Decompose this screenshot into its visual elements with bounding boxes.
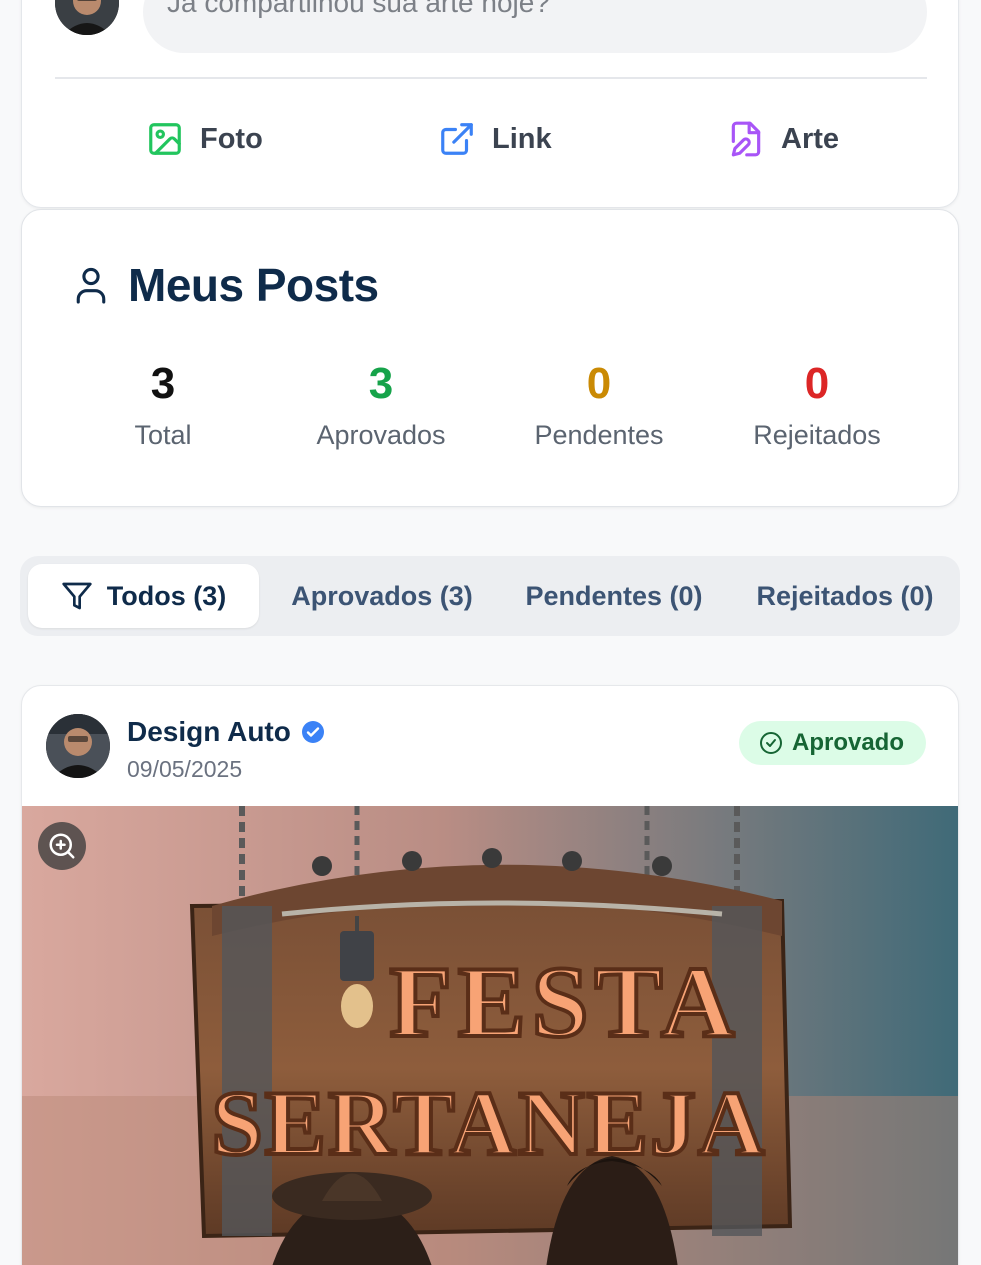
user-avatar[interactable]: [55, 0, 119, 35]
tab-rejected[interactable]: Rejeitados (0): [734, 564, 956, 628]
add-photo-label: Foto: [200, 122, 263, 155]
tab-pending-label: Pendentes (0): [525, 580, 703, 611]
verified-badge-icon: [301, 721, 324, 743]
my-posts-card: Meus Posts 3 Total 3 Aprovados 0 Pendent…: [21, 209, 959, 507]
author-row: Design Auto: [127, 716, 325, 748]
tab-approved-label: Aprovados (3): [291, 580, 473, 611]
stat-pending: 0 Pendentes: [499, 362, 699, 451]
add-photo-button[interactable]: Foto: [146, 119, 263, 159]
stat-pending-label: Pendentes: [534, 420, 664, 450]
post-card: Design Auto 09/05/2025 Aprovado FESTA SE…: [21, 685, 959, 1265]
filter-icon: [62, 582, 92, 610]
stat-rejected-label: Rejeitados: [753, 420, 881, 450]
post-composer: Já compartilhou sua arte hoje? Foto Link…: [21, 0, 959, 208]
stat-approved: 3 Aprovados: [281, 362, 481, 451]
stat-total-label: Total: [134, 420, 192, 450]
external-link-icon: [441, 123, 473, 155]
divider: [55, 77, 927, 79]
stat-rejected-value: 0: [804, 359, 830, 408]
post-artwork-image[interactable]: FESTA SERTANEJA: [22, 806, 958, 1265]
add-link-button[interactable]: Link: [438, 119, 552, 159]
tab-all[interactable]: Todos (3): [28, 564, 259, 628]
author-avatar[interactable]: [46, 714, 110, 778]
filter-tabs: Todos (3) Aprovados (3) Pendentes (0) Re…: [20, 556, 960, 636]
image-icon: [149, 123, 181, 155]
stat-approved-label: Aprovados: [316, 420, 446, 450]
stat-approved-value: 3: [368, 359, 394, 408]
zoom-in-icon: [49, 833, 75, 859]
status-badge: Aprovado: [738, 721, 926, 765]
stat-rejected: 0 Rejeitados: [717, 362, 917, 451]
add-art-button[interactable]: Arte: [727, 119, 839, 159]
check-circle-icon: [759, 732, 782, 754]
add-art-label: Arte: [781, 122, 840, 155]
post-composer-input[interactable]: Já compartilhou sua arte hoje?: [143, 0, 927, 53]
status-label: Aprovado: [791, 729, 904, 756]
tab-rejected-label: Rejeitados (0): [756, 580, 934, 611]
artwork-title-line1: FESTA: [389, 946, 740, 1059]
tab-all-label: Todos (3): [106, 580, 227, 611]
tab-approved[interactable]: Aprovados (3): [270, 564, 494, 628]
post-date: 09/05/2025: [127, 756, 243, 782]
my-posts-header: Meus Posts: [74, 258, 379, 312]
file-edit-icon: [731, 121, 761, 157]
artwork-title-line2: SERTANEJA: [212, 1072, 767, 1174]
stat-total: 3 Total: [63, 362, 263, 451]
user-icon: [76, 267, 106, 304]
stat-total-value: 3: [150, 359, 176, 408]
stat-pending-value: 0: [586, 359, 612, 408]
zoom-button[interactable]: [38, 822, 86, 870]
tab-pending[interactable]: Pendentes (0): [504, 564, 724, 628]
author-name[interactable]: Design Auto: [127, 716, 291, 748]
add-link-label: Link: [492, 122, 552, 155]
my-posts-title: Meus Posts: [128, 259, 379, 311]
